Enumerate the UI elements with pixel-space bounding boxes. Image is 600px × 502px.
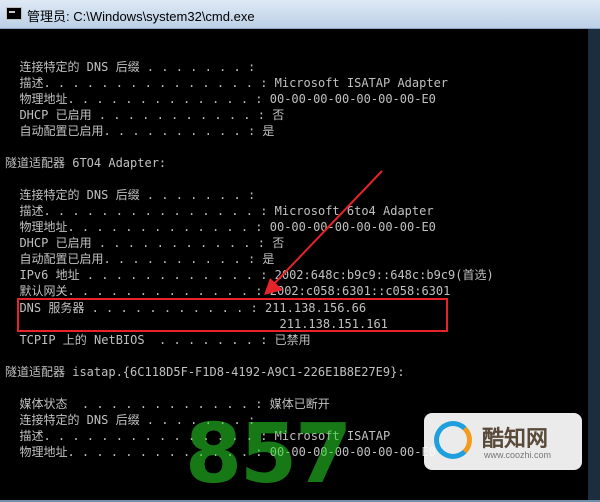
console-line: 描述. . . . . . . . . . . . . . . : Micros… xyxy=(5,204,434,218)
console-line: DHCP 已启用 . . . . . . . . . . . : 否 xyxy=(5,108,285,122)
title-bar[interactable]: 管理员: C:\Windows\system32\cmd.exe xyxy=(0,0,600,29)
console-line: 自动配置已启用. . . . . . . . . . : 是 xyxy=(5,252,275,266)
logo-icon xyxy=(434,421,472,459)
console-line: 描述. . . . . . . . . . . . . . . : Micros… xyxy=(5,76,449,90)
logo-url: www.coozhi.com xyxy=(484,450,552,460)
cmd-icon xyxy=(6,7,22,20)
console-line: DHCP 已启用 . . . . . . . . . . . : 否 xyxy=(5,236,285,250)
console-line: 物理地址. . . . . . . . . . . . . : 00-00-00… xyxy=(5,220,436,234)
coozhi-logo: 酷知网 www.coozhi.com xyxy=(424,413,582,470)
console-line: 连接特定的 DNS 后缀 . . . . . . . : xyxy=(5,188,256,202)
console-line: 连接特定的 DNS 后缀 . . . . . . . : xyxy=(5,60,256,74)
window-title: 管理员: C:\Windows\system32\cmd.exe xyxy=(27,9,255,24)
console-line: TCPIP 上的 NetBIOS . . . . . . . : 已禁用 xyxy=(5,333,311,347)
dns-highlight-box xyxy=(17,298,448,332)
console-line: 隧道适配器 isatap.{6C118D5F-F1D8-4192-A9C1-22… xyxy=(5,365,405,379)
logo-name: 酷知网 xyxy=(482,427,549,452)
watermark: 857 xyxy=(185,407,352,502)
console-line: IPv6 地址 . . . . . . . . . . . . : 2002:6… xyxy=(5,268,494,282)
console-line: 默认网关. . . . . . . . . . . . . : 2002:c05… xyxy=(5,284,451,298)
vertical-scrollbar[interactable] xyxy=(588,29,600,500)
console-line: 隧道适配器 6TO4 Adapter: xyxy=(5,156,167,170)
console-line: 自动配置已启用. . . . . . . . . . : 是 xyxy=(5,124,275,138)
console-line: 物理地址. . . . . . . . . . . . . : 00-00-00… xyxy=(5,92,436,106)
